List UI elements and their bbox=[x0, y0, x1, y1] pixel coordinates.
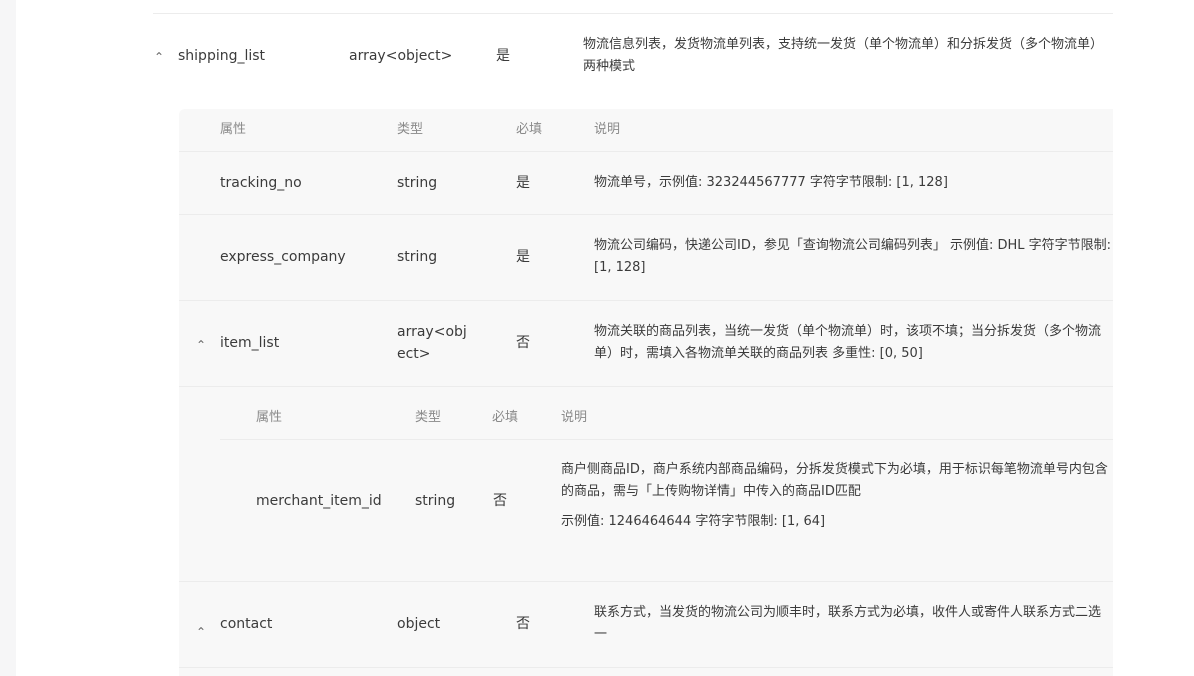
row-description: 物流单号，示例值: 323244567777 字符字节限制: [1, 128] bbox=[594, 175, 948, 190]
header-type: 类型 bbox=[397, 122, 424, 137]
header-required: 必填 bbox=[492, 410, 519, 425]
row-required: 否 bbox=[516, 616, 530, 632]
row-description: 物流关联的商品列表，当统一发货（单个物流单）时，该项不填；当分拆发货（多个物流单… bbox=[594, 324, 1102, 361]
row-name: express_company bbox=[220, 249, 346, 265]
header-required: 必填 bbox=[516, 122, 543, 137]
header-attr: 属性 bbox=[220, 122, 247, 137]
row-required: 是 bbox=[516, 249, 530, 265]
top-divider bbox=[153, 13, 1113, 14]
table-row: merchant_item_id string 否 商户侧商品ID，商户系统内部… bbox=[220, 440, 1113, 581]
header-type: 类型 bbox=[415, 410, 442, 425]
header-desc: 说明 bbox=[594, 122, 621, 137]
row-type: array<object> bbox=[397, 324, 467, 362]
table-row: ⌃ contact object 否 联系方式，当发货的物流公司为顺丰时，联系方… bbox=[179, 582, 1113, 667]
row-required: 否 bbox=[493, 493, 507, 509]
param-required: 是 bbox=[496, 48, 510, 64]
row-description: 联系方式，当发货的物流公司为顺丰时，联系方式为必填，收件人或寄件人联系方式二选一 bbox=[594, 605, 1102, 642]
row-example: 示例值: 1246464644 字符字节限制: [1, 64] bbox=[561, 514, 826, 529]
param-name: shipping_list bbox=[178, 48, 266, 64]
table-row: tracking_no string 是 物流单号，示例值: 323244567… bbox=[179, 152, 1113, 214]
header-attr: 属性 bbox=[256, 410, 283, 425]
table-row: ⌃ item_list array<object> 否 物流关联的商品列表，当统… bbox=[179, 301, 1113, 386]
row-required: 否 bbox=[516, 335, 530, 351]
row-name: contact bbox=[220, 616, 273, 632]
row-divider bbox=[179, 386, 1113, 387]
param-type: array<object> bbox=[349, 48, 453, 64]
chevron-up-icon[interactable]: ⌃ bbox=[154, 50, 164, 64]
table-row: express_company string 是 物流公司编码，快递公司ID，参… bbox=[179, 215, 1113, 300]
chevron-up-icon[interactable]: ⌃ bbox=[196, 625, 206, 639]
header-desc: 说明 bbox=[561, 410, 588, 425]
param-description: 物流信息列表，发货物流单列表，支持统一发货（单个物流单）和分拆发货（多个物流单）… bbox=[583, 37, 1104, 74]
row-name: tracking_no bbox=[220, 175, 302, 191]
row-type: string bbox=[415, 493, 456, 509]
row-divider bbox=[179, 667, 1113, 668]
row-description: 物流公司编码，快递公司ID，参见「查询物流公司编码列表」 示例值: DHL 字符… bbox=[594, 238, 1112, 275]
row-description: 商户侧商品ID，商户系统内部商品编码，分拆发货模式下为必填，用于标识每笔物流单号… bbox=[561, 462, 1108, 499]
row-type: object bbox=[397, 616, 441, 632]
api-doc-page: ⌃ shipping_list array<object> 是 物流信息列表，发… bbox=[16, 0, 1194, 676]
row-name: item_list bbox=[220, 335, 280, 351]
row-type: string bbox=[397, 175, 438, 191]
row-name: merchant_item_id bbox=[256, 493, 382, 509]
row-required: 是 bbox=[516, 175, 530, 191]
chevron-up-icon[interactable]: ⌃ bbox=[196, 338, 206, 352]
row-type: string bbox=[397, 249, 438, 265]
